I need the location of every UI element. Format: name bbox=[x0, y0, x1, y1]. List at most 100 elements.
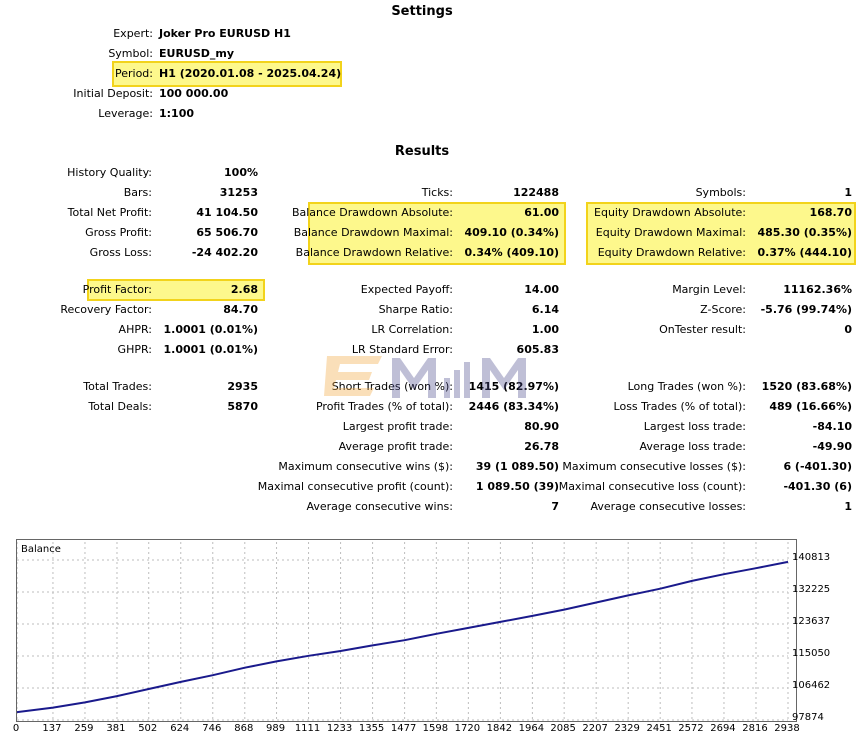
result-label: Maximum consecutive losses ($): bbox=[562, 460, 746, 473]
x-tick-label: 989 bbox=[265, 723, 286, 734]
x-tick-label: 1477 bbox=[390, 723, 417, 734]
result-value: 2.68 bbox=[230, 283, 258, 296]
x-tick-label: 1111 bbox=[294, 723, 321, 734]
result-label: Total Net Profit: bbox=[67, 206, 152, 219]
result-label: Expected Payoff: bbox=[360, 283, 453, 296]
result-label: Average loss trade: bbox=[639, 440, 746, 453]
result-value: 100% bbox=[224, 166, 258, 179]
result-label: Gross Loss: bbox=[89, 246, 152, 259]
result-value: 14.00 bbox=[524, 283, 559, 296]
result-value: 0.37% (444.10) bbox=[757, 246, 853, 259]
balance-chart-svg: Balance bbox=[17, 542, 789, 721]
y-tick-label: 106462 bbox=[792, 679, 831, 691]
result-value: -5.76 (99.74%) bbox=[760, 303, 852, 316]
result-label: Long Trades (won %): bbox=[627, 380, 746, 393]
result-label: Balance Drawdown Relative: bbox=[295, 246, 453, 259]
y-tick-label: 115050 bbox=[792, 647, 831, 659]
result-label: Bars: bbox=[123, 186, 152, 199]
settings-label: Period: bbox=[114, 67, 153, 80]
x-tick-label: 2329 bbox=[614, 723, 640, 734]
settings-label: Leverage: bbox=[98, 107, 153, 120]
y-tick-label: 132225 bbox=[792, 584, 831, 595]
x-tick-label: 624 bbox=[170, 723, 190, 734]
result-label: Maximum consecutive wins ($): bbox=[278, 460, 453, 473]
result-label: Balance Drawdown Absolute: bbox=[291, 206, 453, 219]
result-value: 1.00 bbox=[531, 323, 559, 336]
result-value: -49.90 bbox=[812, 440, 852, 453]
result-label: Symbols: bbox=[695, 186, 746, 199]
x-tick-label: 2572 bbox=[678, 723, 704, 734]
settings-label: Symbol: bbox=[108, 47, 153, 60]
result-value: 65 506.70 bbox=[196, 226, 258, 239]
result-value: 41 104.50 bbox=[196, 206, 258, 219]
result-label: Maximal consecutive profit (count): bbox=[257, 480, 453, 493]
result-label: Total Deals: bbox=[88, 400, 152, 413]
result-value: 0 bbox=[844, 323, 852, 336]
result-value: 122488 bbox=[513, 186, 559, 199]
result-value: 80.90 bbox=[524, 420, 559, 433]
result-label: Balance Drawdown Maximal: bbox=[293, 226, 453, 239]
x-tick-label: 868 bbox=[234, 723, 254, 734]
result-value: -84.10 bbox=[812, 420, 852, 433]
result-label: Average consecutive wins: bbox=[306, 500, 453, 513]
result-value: 1520 (83.68%) bbox=[761, 380, 852, 393]
x-tick-label: 0 bbox=[12, 723, 20, 734]
results-title: Results bbox=[394, 144, 450, 159]
result-label: Profit Factor: bbox=[82, 283, 152, 296]
x-tick-label: 2085 bbox=[550, 723, 576, 734]
result-value: 168.70 bbox=[809, 206, 852, 219]
result-label: OnTester result: bbox=[659, 323, 746, 336]
settings-value: 1:100 bbox=[159, 107, 195, 120]
result-label: Z-Score: bbox=[700, 303, 746, 316]
result-label: Equity Drawdown Maximal: bbox=[595, 226, 746, 239]
x-tick-label: 137 bbox=[42, 723, 62, 734]
settings-value: EURUSD_my bbox=[159, 47, 235, 60]
x-tick-label: 1842 bbox=[486, 723, 513, 734]
result-value: 0.34% (409.10) bbox=[464, 246, 560, 259]
result-label: Sharpe Ratio: bbox=[378, 303, 453, 316]
x-tick-label: 1964 bbox=[518, 723, 545, 734]
settings-value: 100 000.00 bbox=[159, 87, 229, 100]
result-value: 11162.36% bbox=[783, 283, 852, 296]
result-value: 489 (16.66%) bbox=[769, 400, 852, 413]
x-tick-label: 2816 bbox=[742, 723, 768, 734]
result-label: AHPR: bbox=[118, 323, 152, 336]
result-label: Largest loss trade: bbox=[643, 420, 746, 433]
x-tick-label: 1720 bbox=[454, 723, 481, 734]
settings-label: Expert: bbox=[113, 27, 153, 40]
result-value: 409.10 (0.34%) bbox=[464, 226, 560, 239]
result-label: Loss Trades (% of total): bbox=[613, 400, 746, 413]
result-label: Margin Level: bbox=[672, 283, 746, 296]
result-label: Ticks: bbox=[421, 186, 453, 199]
result-label: Equity Drawdown Absolute: bbox=[594, 206, 746, 219]
y-tick-label: 140813 bbox=[792, 552, 831, 563]
result-value: 61.00 bbox=[524, 206, 559, 219]
x-tick-label: 259 bbox=[74, 723, 94, 734]
settings-title: Settings bbox=[391, 4, 453, 19]
settings-label: Initial Deposit: bbox=[73, 87, 153, 100]
result-value: -24 402.20 bbox=[191, 246, 258, 259]
result-label: Gross Profit: bbox=[85, 226, 152, 239]
result-value: 1.0001 (0.01%) bbox=[163, 323, 259, 336]
result-value: 6 (-401.30) bbox=[783, 460, 852, 473]
result-label: Largest profit trade: bbox=[342, 420, 453, 433]
result-label: GHPR: bbox=[117, 343, 152, 356]
y-tick-label: 97874 bbox=[792, 712, 824, 723]
x-tick-label: 2694 bbox=[710, 723, 736, 734]
result-label: Recovery Factor: bbox=[60, 303, 152, 316]
result-value: 6.14 bbox=[531, 303, 559, 316]
watermark-logo bbox=[324, 356, 526, 398]
result-value: 31253 bbox=[219, 186, 258, 199]
x-tick-label: 2451 bbox=[646, 723, 672, 734]
result-label: LR Correlation: bbox=[371, 323, 453, 336]
result-value: 84.70 bbox=[223, 303, 258, 316]
x-tick-label: 1598 bbox=[422, 723, 449, 734]
balance-line bbox=[17, 560, 789, 714]
result-value: 2935 bbox=[227, 380, 258, 393]
result-value: 1 bbox=[844, 500, 852, 513]
result-label: Average profit trade: bbox=[338, 440, 453, 453]
result-value: 39 (1 089.50) bbox=[475, 460, 559, 473]
x-tick-label: 746 bbox=[202, 723, 222, 734]
x-tick-label: 2938 bbox=[774, 723, 800, 734]
x-tick-label: 502 bbox=[138, 723, 158, 734]
